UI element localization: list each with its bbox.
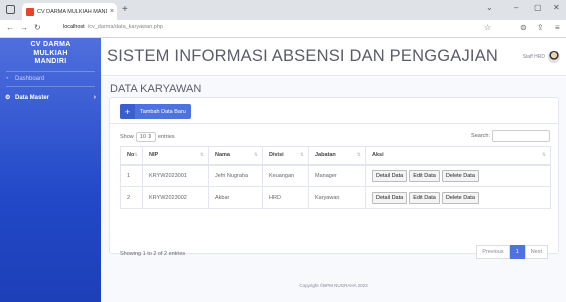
reload-icon[interactable]: ↻ (34, 23, 41, 32)
address-bar: ← → ↻ localhost/cv_darma/data_karyawan.p… (0, 20, 566, 38)
tab-close-icon[interactable]: × (107, 8, 117, 15)
table-row: 2 KRYW2023002 Akbar HRD Karyawan Detail … (120, 186, 551, 209)
column-header-no[interactable]: No ⇅ (120, 146, 143, 166)
show-label: Show (120, 134, 134, 140)
user-menu[interactable]: Staff HRD (523, 51, 560, 63)
cell-divisi: HRD (262, 186, 309, 209)
column-label: NIP (149, 152, 159, 159)
user-name: Staff HRD (522, 54, 545, 60)
menu-icon[interactable]: ≡ (555, 23, 560, 32)
table-header-row: No ⇅ NIP ⇅ Nama ⇅ Divisi ⇅ Jabatan ⇅ Aksi ⇅ (120, 146, 551, 166)
column-header-nama[interactable]: Nama ⇅ (208, 146, 263, 166)
search-label: Search: (471, 133, 490, 139)
favicon-icon (26, 7, 34, 16)
column-header-nip[interactable]: NIP ⇅ (142, 146, 209, 166)
chevron-right-icon: › (93, 94, 96, 101)
sort-icon: ⇅ (253, 152, 258, 158)
sidebar-divider (6, 85, 95, 87)
sort-icon: ⇅ (199, 152, 204, 158)
edit-data-button[interactable]: Edit Data (409, 169, 440, 182)
detail-data-button[interactable]: Detail Data (372, 169, 408, 182)
plus-icon: + (120, 104, 135, 119)
footer-copyright: Copyright ©BPM NUGRAHA 2023 (299, 283, 368, 288)
url-host: localhost (63, 24, 85, 30)
sidebar-item-label: Dashboard (15, 75, 45, 82)
close-window-icon[interactable]: ✕ (553, 3, 560, 12)
page-title: DATA KARYAWAN (110, 83, 202, 95)
sidebar-item-dashboard[interactable]: ◔ Dashboard (0, 72, 101, 86)
column-label: Divisi (269, 152, 284, 159)
forward-icon[interactable]: → (20, 23, 28, 32)
avatar (548, 51, 560, 63)
next-button[interactable]: Next (524, 245, 548, 259)
url-field[interactable]: localhost/cv_darma/data_karyawan.php (63, 24, 163, 30)
cell-divisi: Keuangan (262, 164, 309, 187)
cell-jabatan: Karyawan (308, 186, 366, 209)
browser-tab[interactable]: CV DARMA MULKIAH MANDIR × (22, 3, 117, 20)
column-label: Nama (215, 152, 230, 159)
table-info: Showing 1 to 2 of 2 entries (120, 251, 186, 257)
brand-line: MULKIAH (33, 49, 68, 57)
sidebar: CV DARMA MULKIAH MANDIRI ◔ Dashboard ⚙ D… (0, 38, 101, 302)
maximize-icon[interactable]: ▢ (534, 3, 542, 12)
browser-tab-bar: CV DARMA MULKIAH MANDIR × + ⌄ – ▢ ✕ (0, 0, 566, 20)
column-label: Jabatan (315, 152, 336, 159)
cell-jabatan: Manager (308, 164, 366, 187)
gear-icon: ⚙ (5, 95, 11, 101)
entries-label: entries (158, 134, 175, 140)
minimize-icon[interactable]: – (514, 3, 518, 12)
previous-button[interactable]: Previous (476, 245, 510, 259)
extensions-icon[interactable]: ⊜ (520, 23, 527, 32)
table-row: 1 KRYW2023001 Jefri Nugraha Keuangan Man… (120, 164, 551, 187)
add-button-label: Tambah Data Baru (140, 108, 186, 115)
sidebar-item-data-master[interactable]: ⚙ Data Master › (0, 91, 101, 105)
sidebar-item-label: Data Master (15, 94, 50, 101)
cell-aksi: Detail Data Edit Data Delete Data (365, 164, 551, 187)
card-header: + Tambah Data Baru (110, 98, 558, 124)
cell-no: 2 (120, 186, 143, 209)
page-length: Show 10 ⇕ entries (120, 132, 175, 142)
share-icon[interactable]: ⇪ (537, 23, 544, 32)
sort-icon: ⇅ (541, 152, 546, 158)
delete-data-button[interactable]: Delete Data (441, 169, 479, 182)
cell-aksi: Detail Data Edit Data Delete Data (365, 186, 551, 209)
cell-nip: KRYW2023002 (142, 186, 209, 209)
entries-select[interactable]: 10 ⇕ (135, 132, 157, 142)
brand-line: MANDIRI (34, 58, 67, 65)
tab-actions-icon[interactable] (6, 5, 15, 14)
column-header-aksi[interactable]: Aksi ⇅ (365, 146, 551, 166)
sort-icon: ⇅ (133, 152, 138, 158)
sort-icon: ⇅ (299, 152, 304, 158)
tab-title: CV DARMA MULKIAH MANDIR (37, 8, 107, 15)
column-label: Aksi (372, 152, 384, 159)
tab-list-icon[interactable]: ⌄ (486, 3, 493, 12)
sort-icon: ⇅ (356, 152, 361, 158)
brand-logo[interactable]: CV DARMA MULKIAH MANDIRI (0, 38, 101, 67)
cell-nip: KRYW2023001 (142, 164, 209, 187)
page-1-button[interactable]: 1 (509, 245, 525, 259)
search-input[interactable] (492, 130, 550, 142)
employee-table: No ⇅ NIP ⇅ Nama ⇅ Divisi ⇅ Jabatan ⇅ Aksi ⇅ 1 … (120, 146, 551, 209)
bookmark-star-icon[interactable]: ☆ (484, 23, 491, 32)
dashboard-icon: ◔ (5, 75, 9, 82)
detail-data-button[interactable]: Detail Data (372, 191, 408, 204)
column-header-jabatan[interactable]: Jabatan ⇅ (308, 146, 366, 166)
top-header: SISTEM INFORMASI ABSENSI DAN PENGGAJIAN … (101, 38, 566, 76)
new-tab-icon[interactable]: + (122, 4, 128, 15)
table-controls: Show 10 ⇕ entries Search: (120, 129, 550, 143)
cell-no: 1 (120, 164, 143, 187)
app-title: SISTEM INFORMASI ABSENSI DAN PENGGAJIAN (107, 47, 499, 65)
back-icon[interactable]: ← (6, 23, 14, 32)
main-content: DATA KARYAWAN + Tambah Data Baru Show 10… (101, 77, 566, 302)
pagination: Previous 1 Next (476, 245, 548, 259)
data-card: + Tambah Data Baru Show 10 ⇕ entries Sea… (109, 97, 559, 259)
url-path: /cv_darma/data_karyawan.php (87, 24, 163, 30)
cell-nama: Jefri Nugraha (208, 164, 263, 187)
edit-data-button[interactable]: Edit Data (409, 191, 440, 204)
delete-data-button[interactable]: Delete Data (441, 191, 479, 204)
brand-line: CV DARMA (30, 41, 71, 48)
add-employee-button[interactable]: + Tambah Data Baru (120, 104, 191, 119)
column-header-divisi[interactable]: Divisi ⇅ (262, 146, 309, 166)
cell-nama: Akbar (208, 186, 263, 209)
